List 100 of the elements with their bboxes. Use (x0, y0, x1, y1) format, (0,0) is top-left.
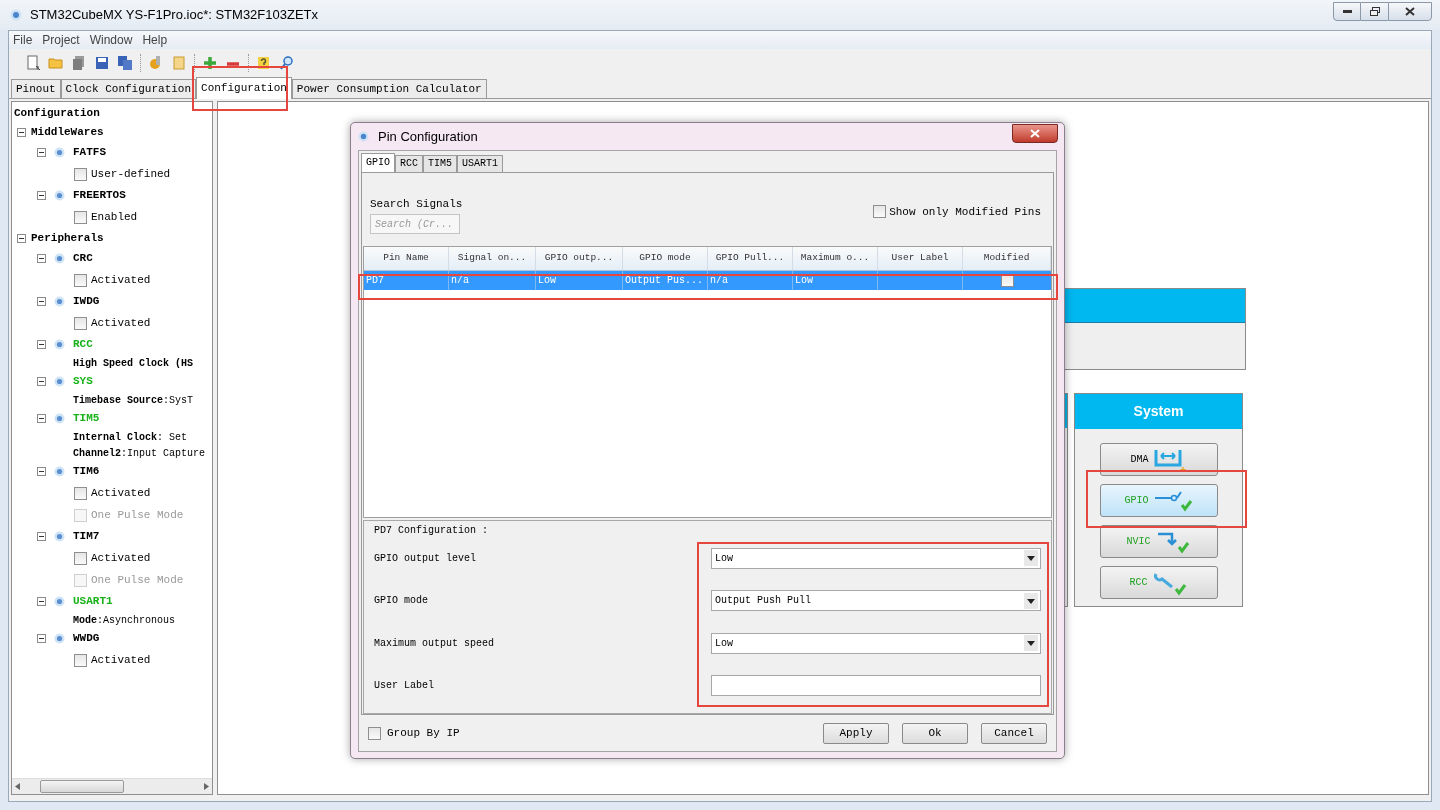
tree-info-text: Internal Clock: Set (73, 430, 188, 445)
gear-icon (54, 296, 65, 307)
column-header[interactable]: GPIO Pull... (708, 247, 793, 270)
tab[interactable]: Configuration (196, 77, 292, 99)
app-icon (358, 131, 369, 142)
gear-icon (54, 531, 65, 542)
save-all-icon[interactable] (117, 55, 133, 71)
peripheral-label[interactable]: WWDG (73, 630, 100, 647)
checkbox-label: Activated (91, 315, 151, 331)
maximize-button[interactable] (1361, 1, 1388, 21)
collapse-icon[interactable] (37, 340, 46, 349)
column-header[interactable]: User Label (878, 247, 964, 270)
menu-item[interactable]: Help (141, 31, 169, 49)
tree-checkbox[interactable] (74, 210, 87, 224)
collapse-icon[interactable] (37, 191, 46, 200)
new-file-icon[interactable] (25, 55, 41, 71)
tree-checkbox[interactable] (74, 551, 87, 565)
minimize-button[interactable] (1333, 1, 1361, 21)
collapse-icon[interactable] (37, 597, 46, 606)
tree-root-label[interactable]: Configuration (12, 105, 212, 122)
collapse-icon[interactable] (37, 414, 46, 423)
scrollbar-thumb[interactable] (40, 780, 124, 793)
scroll-right-icon[interactable] (204, 783, 209, 790)
dropdown[interactable]: Low (711, 632, 1041, 654)
collapse-icon[interactable] (37, 254, 46, 263)
tree-checkbox[interactable] (74, 653, 87, 667)
peripheral-label[interactable]: CRC (73, 250, 93, 267)
close-icon (1030, 129, 1040, 138)
tree-checkbox[interactable] (74, 486, 87, 500)
peripheral-label[interactable]: TIM6 (73, 463, 100, 480)
gear-icon (54, 190, 65, 201)
horizontal-scrollbar[interactable] (12, 778, 212, 794)
tree-info-text: Mode:Asynchronous (73, 613, 176, 628)
menu-item[interactable]: File (12, 31, 34, 49)
peripheral-label[interactable]: FATFS (73, 144, 106, 161)
field-label: GPIO mode (374, 594, 428, 609)
dropdown[interactable]: Output Push Pull (711, 590, 1041, 612)
search-field[interactable]: Search (Cr... (370, 214, 460, 234)
help-icon[interactable] (256, 55, 272, 71)
table-cell: Low (793, 271, 879, 290)
table-cell: n/a (708, 271, 794, 290)
menu-item[interactable]: Project (41, 31, 81, 49)
checkbox-label: Activated (91, 550, 151, 566)
tab[interactable]: TIM5 (423, 155, 458, 172)
column-header[interactable]: Modified (963, 247, 1051, 270)
collapse-icon[interactable] (37, 634, 46, 643)
menu-item[interactable]: Window (88, 31, 134, 49)
search-label: Search Signals (370, 196, 463, 212)
tab[interactable]: USART1 (457, 155, 504, 172)
column-header[interactable]: Maximum o... (793, 247, 879, 270)
dialog-button[interactable]: Ok (902, 722, 968, 744)
column-header[interactable]: GPIO outp... (536, 247, 623, 270)
tree-group-label[interactable]: Peripherals (31, 229, 104, 247)
checkbox-label: Activated (91, 652, 151, 668)
collapse-icon[interactable] (37, 297, 46, 306)
tree-checkbox[interactable] (74, 316, 87, 330)
peripheral-label[interactable]: TIM7 (73, 528, 100, 545)
tab[interactable]: Power Consumption Calculator (291, 79, 487, 98)
collapse-icon[interactable] (37, 148, 46, 157)
checkbox-label: One Pulse Mode (91, 507, 184, 523)
collapse-icon[interactable] (37, 377, 46, 386)
tab[interactable]: Clock Configuration (60, 79, 197, 98)
search-icon[interactable] (279, 55, 295, 71)
table-cell: n/a (449, 271, 536, 290)
close-icon (1405, 6, 1415, 16)
tree-checkbox[interactable] (74, 167, 87, 181)
tab[interactable]: RCC (395, 155, 424, 172)
checkbox-label: User-defined (91, 166, 171, 182)
system-button[interactable]: DMA (1099, 443, 1218, 476)
gear-icon (54, 147, 65, 158)
dialog-button[interactable]: Apply (823, 722, 889, 744)
collapse-icon[interactable] (37, 467, 46, 476)
peripheral-label[interactable]: FREERTOS (73, 187, 126, 204)
scroll-left-icon[interactable] (15, 783, 20, 790)
copy-icon[interactable] (71, 55, 87, 71)
input-field[interactable] (711, 675, 1041, 697)
close-button[interactable] (1012, 124, 1058, 143)
checkbox-label: Enabled (91, 209, 138, 225)
close-button[interactable] (1388, 1, 1432, 21)
tab[interactable]: GPIO (361, 153, 395, 172)
column-header[interactable]: Pin Name (364, 247, 449, 270)
checkbox[interactable] (873, 205, 887, 219)
collapse-icon[interactable] (37, 532, 46, 541)
column-header[interactable]: GPIO mode (623, 247, 708, 270)
collapse-icon[interactable] (17, 233, 26, 243)
tree-group-label[interactable]: MiddleWares (31, 123, 104, 141)
save-icon[interactable] (94, 55, 110, 71)
plus-icon[interactable] (202, 55, 218, 71)
collapse-icon[interactable] (17, 127, 26, 137)
gear-icon (54, 339, 65, 350)
restore-icon (1369, 6, 1380, 16)
dropdown[interactable]: Low (711, 547, 1041, 569)
peripheral-label[interactable]: IWDG (73, 293, 100, 310)
dialog-button[interactable]: Cancel (981, 722, 1047, 744)
checkbox[interactable] (368, 726, 381, 740)
tree-checkbox[interactable] (74, 273, 87, 287)
window-title: STM32CubeMX YS-F1Pro.ioc*: STM32F103ZETx (30, 6, 319, 25)
tab[interactable]: Pinout (11, 79, 61, 98)
checkbox-label: Show only Modified Pins (889, 204, 1041, 220)
column-header[interactable]: Signal on... (449, 247, 536, 270)
